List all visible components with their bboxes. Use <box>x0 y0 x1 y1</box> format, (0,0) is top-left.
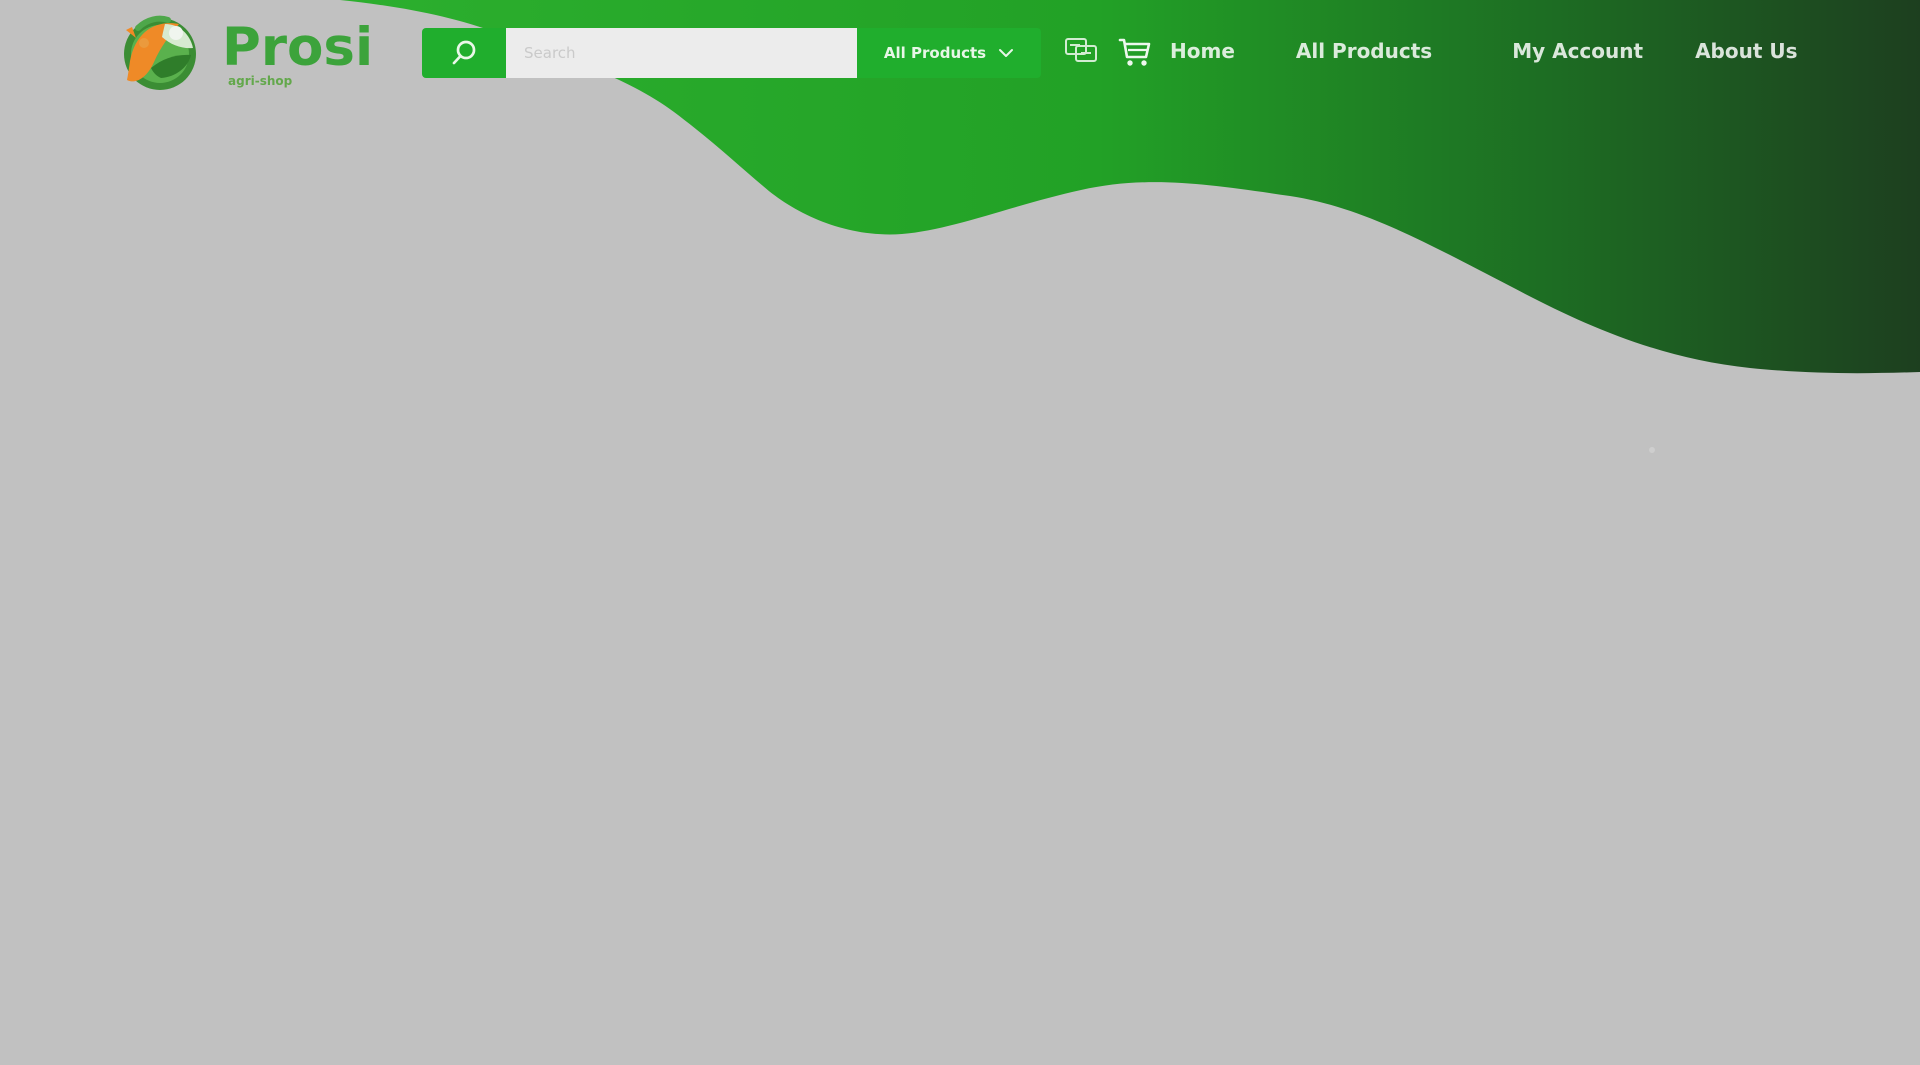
search-icon <box>452 40 476 65</box>
main-navigation: Home All Products My Account About Us <box>1164 31 1798 71</box>
brand-text: Prosi agri-shop <box>222 21 373 87</box>
logo-icon <box>124 15 196 90</box>
compare-icon <box>1065 38 1097 62</box>
decorative-dot <box>1649 447 1655 453</box>
chevron-down-icon <box>999 49 1014 57</box>
compare-button[interactable] <box>1062 30 1102 70</box>
page: Prosi agri-shop All Products <box>0 0 1920 1065</box>
category-selected: All Products <box>883 44 987 62</box>
category-dropdown[interactable]: All Products <box>857 28 1041 78</box>
brand-name: Prosi <box>222 17 374 78</box>
top-header: Prosi agri-shop All Products <box>0 0 1920 110</box>
nav-all-products-link[interactable]: All Products <box>1296 39 1432 63</box>
nav-about-us-link[interactable]: About Us <box>1695 39 1797 63</box>
brand-logo[interactable]: Prosi agri-shop <box>118 10 373 98</box>
nav-my-account-link[interactable]: My Account <box>1512 39 1643 63</box>
nav-home-link[interactable]: Home <box>1170 39 1235 63</box>
search-button[interactable] <box>422 28 506 78</box>
search-input[interactable] <box>506 28 857 78</box>
cart-button[interactable] <box>1114 31 1154 71</box>
brand-subtitle: agri-shop <box>228 74 293 88</box>
cart-icon <box>1118 38 1151 66</box>
